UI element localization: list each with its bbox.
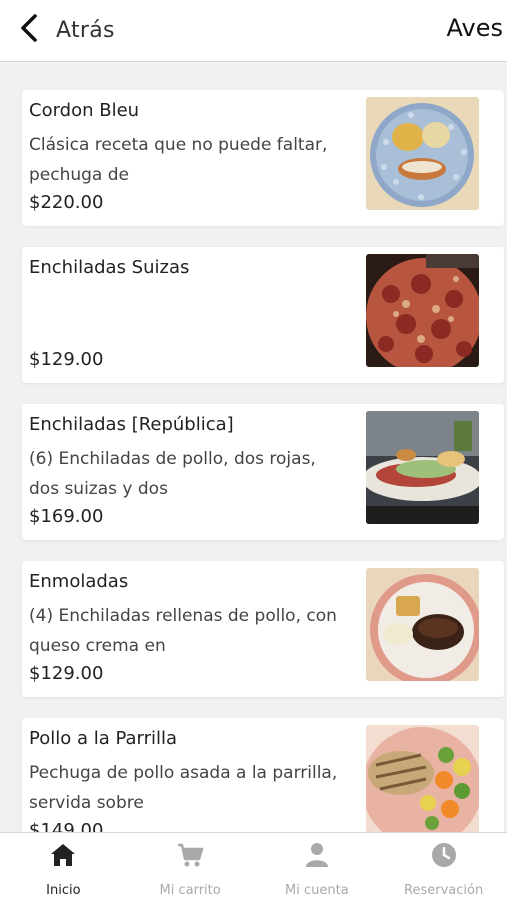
- product-card-cordon-bleu[interactable]: Cordon Bleu Clásica receta que no puede …: [22, 90, 504, 226]
- tab-label: Reservación: [404, 883, 484, 898]
- clock-icon: [430, 841, 458, 873]
- product-card-enchiladas-republica[interactable]: Enchiladas [República] (6) Enchiladas de…: [22, 404, 504, 540]
- back-button[interactable]: Atrás: [18, 10, 115, 50]
- user-icon: [303, 841, 331, 873]
- enmoladas-photo: [366, 568, 479, 681]
- product-name: Cordon Bleu: [29, 100, 140, 121]
- product-card-enmoladas[interactable]: Enmoladas (4) Enchiladas rellenas de pol…: [22, 561, 504, 697]
- cart-icon: [176, 841, 204, 873]
- tab-inicio[interactable]: Inicio: [0, 833, 127, 900]
- product-name: Enchiladas Suizas: [29, 257, 190, 278]
- product-price: $220.00: [29, 192, 104, 213]
- page-title: Aves: [446, 14, 503, 42]
- cordon-bleu-photo: [366, 97, 479, 210]
- pollo-parrilla-photo: [366, 725, 479, 832]
- product-description: Pechuga de pollo asada a la parrilla, se…: [29, 763, 338, 813]
- product-name: Pollo a la Parrilla: [29, 728, 178, 749]
- product-list[interactable]: Cordon Bleu Clásica receta que no puede …: [0, 62, 507, 832]
- product-name: Enmoladas: [29, 571, 129, 592]
- tab-label: Mi carrito: [159, 883, 221, 898]
- top-bar: Atrás Aves: [0, 0, 507, 62]
- product-description: Clásica receta que no puede faltar, pech…: [29, 135, 328, 185]
- tab-label: Mi cuenta: [285, 883, 349, 898]
- tab-label: Inicio: [46, 883, 81, 898]
- app: Atrás Aves Cordon Bleu Clásica receta qu…: [0, 0, 507, 900]
- product-price: $129.00: [29, 663, 104, 684]
- product-description: [29, 287, 349, 347]
- back-label: Atrás: [56, 17, 115, 43]
- chevron-left-icon: [18, 13, 40, 47]
- product-card-enchiladas-suizas[interactable]: Enchiladas Suizas $129.00: [22, 247, 504, 383]
- product-description: (4) Enchiladas rellenas de pollo, con qu…: [29, 606, 337, 656]
- product-price: $169.00: [29, 506, 104, 527]
- enchiladas-republica-photo: [366, 411, 479, 524]
- enchiladas-suizas-photo: [366, 254, 479, 367]
- tab-reservacion[interactable]: Reservación: [380, 833, 507, 900]
- tab-mi-cuenta[interactable]: Mi cuenta: [254, 833, 381, 900]
- tab-mi-carrito[interactable]: Mi carrito: [127, 833, 254, 900]
- product-price: $129.00: [29, 349, 104, 370]
- home-icon: [49, 841, 77, 873]
- product-name: Enchiladas [República]: [29, 414, 234, 435]
- product-card-pollo-parrilla[interactable]: Pollo a la Parrilla Pechuga de pollo asa…: [22, 718, 504, 832]
- bottom-tab-bar: Inicio Mi carrito Mi cuenta Reservación: [0, 832, 507, 900]
- product-price: $149.00: [29, 820, 104, 832]
- product-description: (6) Enchiladas de pollo, dos rojas, dos …: [29, 449, 316, 499]
